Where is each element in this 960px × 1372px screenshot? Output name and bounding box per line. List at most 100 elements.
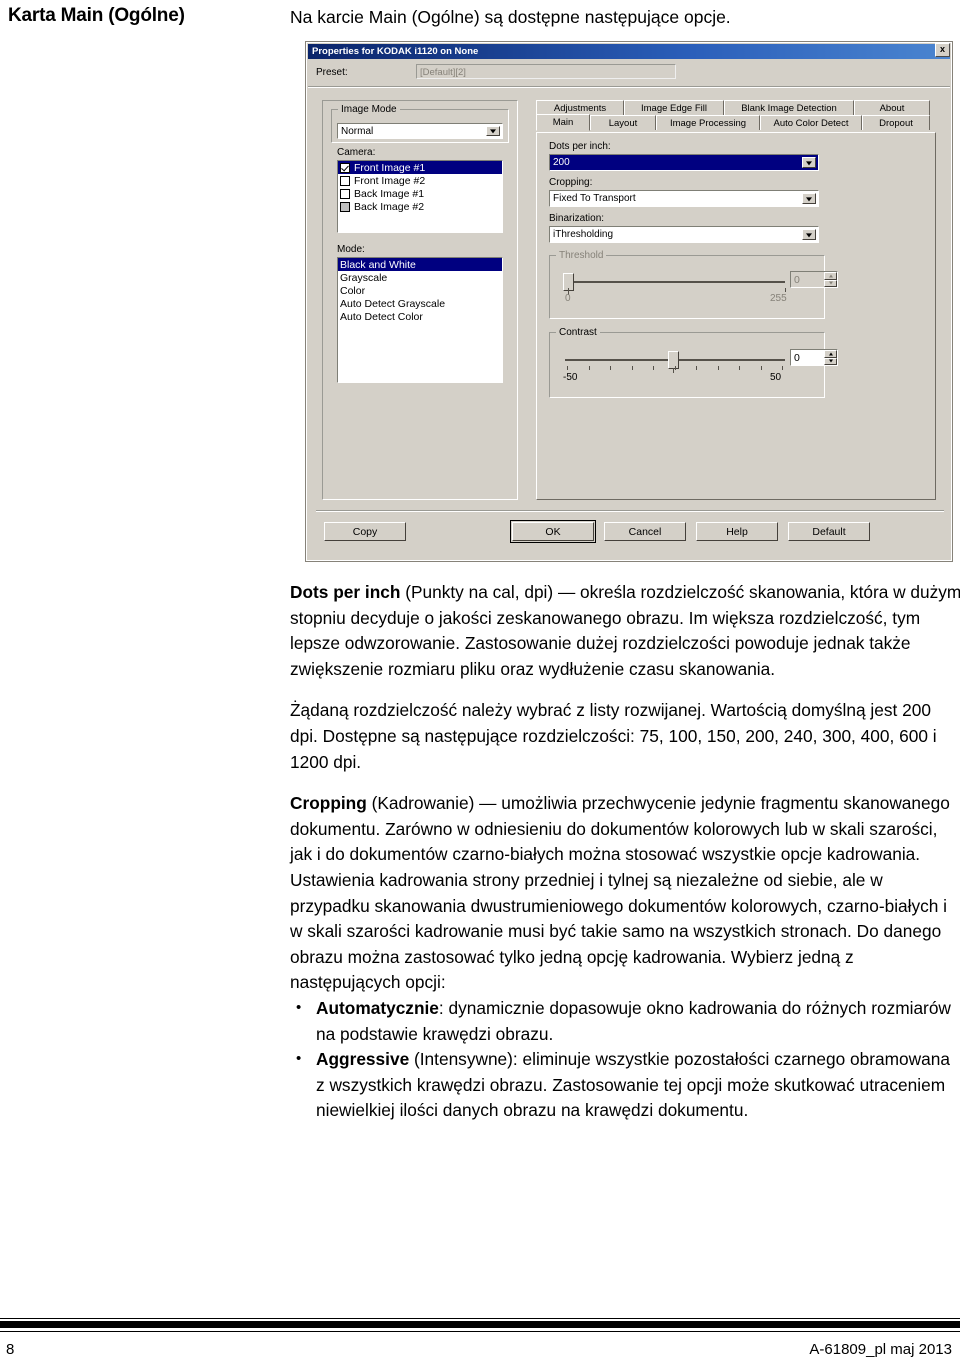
threshold-group: Threshold — [549, 250, 825, 319]
list-item[interactable]: Back Image #2 — [338, 200, 502, 213]
button-bar-divider — [316, 510, 944, 512]
contrast-group: Contrast — [549, 327, 825, 398]
threshold-slider-track[interactable] — [569, 281, 785, 283]
term-automatycznie: Automatycznie — [316, 997, 439, 1018]
scanner-properties-dialog: Properties for KODAK i1120 on None x Pre… — [305, 41, 953, 562]
binarization-dropdown[interactable]: iThresholding — [549, 226, 819, 243]
term-dots-per-inch: Dots per inch — [290, 582, 401, 602]
image-mode-dropdown[interactable]: Normal — [337, 123, 503, 139]
mode-item-label: Color — [340, 284, 366, 297]
threshold-slider-ticks — [568, 288, 786, 292]
footer-rule-bottom — [0, 1331, 960, 1332]
mode-label: Mode: — [337, 244, 365, 255]
mode-item-label: Auto Detect Color — [340, 310, 423, 323]
mode-item-label: Auto Detect Grayscale — [340, 297, 446, 310]
contrast-spinner-buttons[interactable] — [824, 350, 837, 365]
spinner-down-icon[interactable] — [824, 357, 837, 365]
spinner-up-icon[interactable] — [824, 350, 837, 358]
preset-label: Preset: — [316, 67, 348, 78]
page-number: 8 — [6, 1341, 15, 1358]
ok-button[interactable]: OK — [510, 520, 596, 543]
chevron-down-icon[interactable] — [486, 126, 500, 136]
bullet-aggressive-text: (Intensywne): eliminuje wszystkie pozost… — [316, 1049, 950, 1121]
checkbox-icon — [340, 201, 350, 212]
threshold-max-label: 255 — [770, 293, 787, 304]
cropping-dropdown[interactable]: Fixed To Transport — [549, 190, 819, 207]
threshold-value: 0 — [794, 273, 800, 286]
dots-per-inch-value: 200 — [553, 157, 570, 168]
paragraph-cropping-text: (Kadrowanie) — umożliwia przechwycenie j… — [290, 793, 950, 993]
dialog-titlebar: Properties for KODAK i1120 on None — [308, 44, 950, 59]
list-item: Aggressive (Intensywne): eliminuje wszys… — [290, 1046, 960, 1124]
threshold-label: Threshold — [556, 250, 607, 261]
list-item[interactable]: Front Image #2 — [338, 174, 502, 187]
chevron-down-icon[interactable] — [802, 193, 816, 204]
tab-auto-color-detect[interactable]: Auto Color Detect — [760, 115, 862, 130]
tab-blank-image-detection[interactable]: Blank Image Detection — [724, 100, 854, 115]
help-button[interactable]: Help — [696, 522, 778, 541]
contrast-value: 0 — [794, 351, 800, 364]
checkbox-icon[interactable] — [340, 188, 350, 199]
tab-dropout[interactable]: Dropout — [862, 115, 930, 130]
mode-item-label: Grayscale — [340, 271, 388, 284]
paragraph-resolutions: Żądaną rozdzielczość należy wybrać z lis… — [290, 700, 937, 772]
cancel-button[interactable]: Cancel — [604, 522, 686, 541]
cropping-value: Fixed To Transport — [553, 193, 636, 204]
tab-main[interactable]: Main — [536, 114, 590, 131]
list-item[interactable]: Front Image #1 — [338, 161, 502, 174]
camera-listbox[interactable]: Front Image #1 Front Image #2 Back Image… — [337, 160, 503, 233]
threshold-spinner[interactable]: 0 — [790, 271, 838, 288]
tab-adjustments[interactable]: Adjustments — [536, 100, 624, 115]
dialog-button-bar: Copy OK Cancel Help Default — [316, 510, 944, 548]
dots-per-inch-label: Dots per inch: — [549, 141, 611, 152]
tab-layout[interactable]: Layout — [590, 115, 656, 130]
cropping-label: Cropping: — [549, 177, 593, 188]
copy-button[interactable]: Copy — [324, 522, 406, 541]
list-item[interactable]: Auto Detect Grayscale — [338, 297, 502, 310]
threshold-spinner-buttons[interactable] — [824, 272, 837, 287]
contrast-spinner[interactable]: 0 — [790, 349, 838, 366]
spinner-down-icon[interactable] — [824, 279, 837, 287]
binarization-label: Binarization: — [549, 213, 605, 224]
image-mode-value: Normal — [341, 125, 374, 137]
term-cropping: Cropping — [290, 793, 367, 814]
checkbox-icon[interactable] — [340, 162, 350, 173]
camera-item-label: Front Image #2 — [354, 174, 426, 187]
mode-item-label: Black and White — [340, 258, 416, 271]
list-item[interactable]: Color — [338, 284, 502, 297]
main-tab-panel: Dots per inch: 200 Cropping: Fixed To Tr… — [536, 132, 936, 500]
tab-image-edge-fill[interactable]: Image Edge Fill — [624, 100, 724, 115]
document-id: A-61809_pl maj 2013 — [809, 1341, 952, 1358]
left-settings-panel: Image Mode Normal Camera: Front Image #1… — [322, 100, 518, 500]
list-item[interactable]: Back Image #1 — [338, 187, 502, 200]
list-item[interactable]: Black and White — [338, 258, 502, 271]
preset-row: Preset: [Default][2] — [308, 64, 950, 84]
list-item[interactable]: Grayscale — [338, 271, 502, 284]
preset-divider — [308, 86, 950, 88]
spinner-up-icon[interactable] — [824, 272, 837, 280]
contrast-label: Contrast — [556, 327, 600, 338]
threshold-min-label: 0 — [565, 293, 571, 304]
default-button[interactable]: Default — [788, 522, 870, 541]
camera-item-label: Front Image #1 — [354, 161, 426, 174]
page-intro-text: Na karcie Main (Ogólne) są dostępne nast… — [290, 7, 731, 27]
tab-image-processing[interactable]: Image Processing — [656, 115, 760, 130]
contrast-slider-ticks — [567, 366, 783, 370]
footer-rule-top — [0, 1318, 960, 1319]
dialog-title: Properties for KODAK i1120 on None — [312, 46, 479, 57]
camera-item-label: Back Image #2 — [354, 200, 425, 213]
tab-row-lower: Main Layout Image Processing Auto Color … — [536, 114, 930, 131]
list-item[interactable]: Auto Detect Color — [338, 310, 502, 323]
checkbox-icon[interactable] — [340, 175, 350, 186]
chevron-down-icon[interactable] — [802, 157, 816, 168]
mode-listbox[interactable]: Black and White Grayscale Color Auto Det… — [337, 257, 503, 383]
tab-about[interactable]: About — [854, 100, 930, 115]
body-content: Dots per inch (Punkty na cal, dpi) — okr… — [290, 580, 960, 1124]
dots-per-inch-dropdown[interactable]: 200 — [549, 154, 819, 171]
camera-item-label: Back Image #1 — [354, 187, 425, 200]
preset-field[interactable]: [Default][2] — [416, 64, 676, 79]
page-title: Karta Main (Ogólne) — [8, 5, 185, 26]
close-icon[interactable]: x — [935, 43, 950, 57]
chevron-down-icon[interactable] — [802, 229, 816, 240]
contrast-min-label: -50 — [563, 372, 578, 383]
